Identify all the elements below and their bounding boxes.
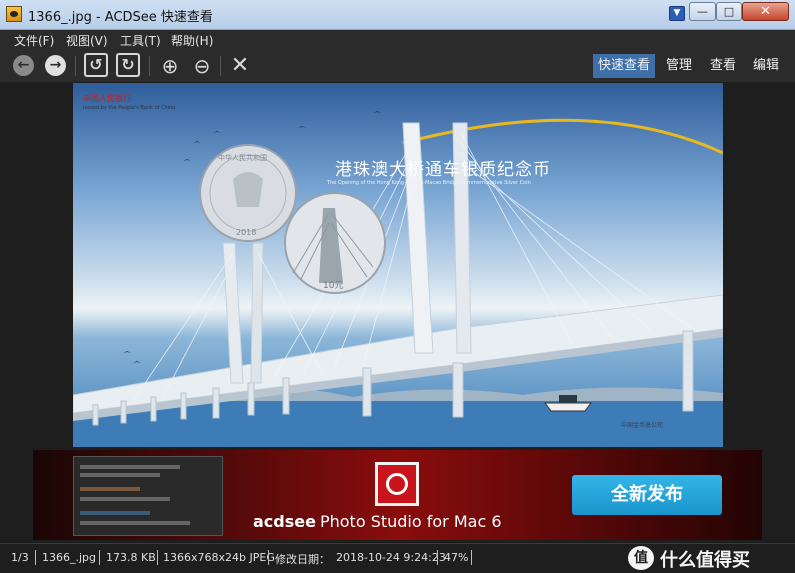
maximize-button[interactable]: □ (716, 2, 742, 21)
issuer-cn: 中国人民银行 (83, 94, 131, 103)
bridge-tower-left (250, 242, 264, 384)
status-modified-value: 2018-10-24 9:24:23 (336, 551, 446, 564)
banner-product-name: Photo Studio for Mac 6 (319, 512, 502, 531)
status-zoom: 47% (444, 551, 469, 564)
coin-year: 2018 (236, 228, 257, 237)
menu-tools[interactable]: 工具(T) (120, 32, 161, 49)
tab-quick-view[interactable]: 快速查看 (593, 54, 655, 78)
ship-cabin (559, 395, 577, 403)
toolbar-separator (75, 56, 76, 76)
status-filesize: 173.8 KB (106, 551, 156, 564)
gold-arc (402, 118, 723, 155)
new-release-button[interactable]: 全新发布 (572, 475, 722, 515)
menu-view[interactable]: 视图(V) (66, 32, 108, 49)
title-bar: 1366_.jpg - ACDSee 快速查看 ▼ — □ ✕ (0, 0, 795, 30)
tab-view[interactable]: 查看 (706, 54, 740, 78)
toolbar: ← → ↺ ↻ ⊕ ⊖ ✕ 快速查看 管理 查看 编辑 (0, 50, 795, 82)
dropdown-icon[interactable]: ▼ (669, 6, 685, 21)
rotate-right-icon[interactable]: ↻ (116, 53, 140, 77)
status-dimensions: 1366x768x24b JPEG (163, 551, 275, 564)
coin-denomination: 10元 (323, 281, 344, 291)
headline-cn: 港珠澳大桥通车银质纪念币 (335, 160, 551, 180)
rotate-left-icon[interactable]: ↺ (84, 53, 108, 77)
status-modified-label: 修改日期： (275, 553, 330, 566)
watermark-text: 什么值得买 (660, 550, 750, 571)
bridge-scene (73, 111, 723, 447)
close-button[interactable]: ✕ (742, 2, 789, 21)
menu-bar: 文件(F) 视图(V) 工具(T) 帮助(H) (0, 30, 795, 50)
status-separator (157, 550, 158, 565)
status-separator (99, 550, 100, 565)
photo-studio-logo (375, 462, 419, 506)
tab-edit[interactable]: 编辑 (749, 54, 783, 78)
coin-emblem (233, 172, 263, 207)
ship (544, 402, 592, 412)
app-screenshot-thumb (73, 456, 223, 536)
close-icon[interactable]: ✕ (227, 53, 253, 79)
status-separator (268, 550, 269, 565)
acdsee-app-icon[interactable] (6, 6, 22, 22)
status-bar: 1/3 1366_.jpg 173.8 KB 1366x768x24b JPEG… (0, 543, 795, 573)
issuer-en: Issued by the People's Bank of China (83, 105, 176, 111)
minimize-button[interactable]: — (689, 2, 716, 21)
status-separator (471, 550, 472, 565)
ad-banner[interactable]: acdsee Photo Studio for Mac 6 全新发布 (33, 450, 762, 540)
banner-brand: acdsee (253, 512, 316, 531)
menu-file[interactable]: 文件(F) (14, 32, 54, 49)
window-title: 1366_.jpg - ACDSee 快速查看 (28, 10, 213, 25)
image-viewer[interactable]: 中国人民银行 Issued by the People's Bank of Ch… (0, 82, 795, 448)
menu-help[interactable]: 帮助(H) (171, 32, 213, 49)
status-index: 1/3 (11, 551, 29, 564)
toolbar-separator (220, 56, 221, 76)
headline-en: The Opening of the Hong Kong-Zhuhai-Maca… (327, 180, 531, 186)
banner-product-title: acdsee Photo Studio for Mac 6 (253, 512, 502, 531)
coin-front-text: 中华人民共和国 (218, 154, 267, 162)
zoom-out-icon[interactable]: ⊖ (189, 53, 215, 79)
maker-cn: 中国金币总公司 (621, 422, 664, 429)
arrow-left-icon[interactable]: ← (13, 55, 34, 76)
status-separator (35, 550, 36, 565)
ad-banner-area: acdsee Photo Studio for Mac 6 全新发布 (0, 448, 795, 543)
tab-manage[interactable]: 管理 (662, 54, 696, 78)
zoom-in-icon[interactable]: ⊕ (157, 53, 183, 79)
displayed-image: 中国人民银行 Issued by the People's Bank of Ch… (73, 83, 723, 447)
toolbar-separator (149, 56, 150, 76)
status-filename: 1366_.jpg (42, 551, 97, 564)
status-separator (437, 550, 438, 565)
arrow-right-icon[interactable]: → (45, 55, 66, 76)
watermark-badge: 值 (628, 546, 654, 570)
